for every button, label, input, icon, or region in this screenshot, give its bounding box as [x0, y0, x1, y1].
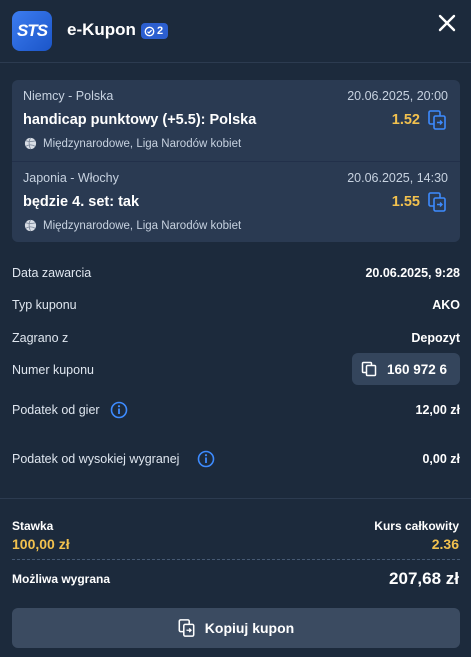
detail-high-tax-label: Podatek od wysokiej wygranej [12, 452, 180, 466]
copy-coupon-number-button[interactable]: 160 972 6 [352, 353, 460, 385]
bet-odds: 1.52 [391, 112, 420, 128]
bet-datetime: 20.06.2025, 14:30 [347, 171, 448, 185]
detail-source-value: Depozyt [411, 331, 460, 345]
bet-league: Międzynarodowe, Liga Narodów kobiet [24, 219, 241, 232]
bet-odds: 1.55 [391, 194, 420, 210]
bet-match: Japonia - Włochy [23, 171, 119, 185]
bet-count: 2 [157, 25, 164, 37]
copy-coupon-icon [178, 619, 195, 637]
swap-bet-icon[interactable] [428, 192, 446, 212]
close-icon [438, 14, 456, 32]
copy-icon [361, 361, 377, 377]
bet-league-name: Międzynarodowe, Liga Narodów kobiet [43, 219, 242, 232]
header-divider [0, 62, 471, 63]
stake-label: Stawka [12, 519, 54, 533]
detail-tax-value: 12,00 zł [415, 403, 460, 417]
detail-high-tax-value: 0,00 zł [422, 452, 460, 466]
detail-source-label: Zagrano z [12, 331, 69, 345]
bet-item[interactable]: Niemcy - Polska 20.06.2025, 20:00 handic… [12, 80, 460, 161]
info-icon[interactable] [197, 450, 215, 468]
logo-text: STS [16, 21, 48, 40]
bet-league-name: Międzynarodowe, Liga Narodów kobiet [43, 137, 242, 150]
possible-win-value: 207,68 zł [389, 569, 459, 588]
swap-bet-icon[interactable] [428, 110, 446, 130]
close-button[interactable] [434, 10, 460, 36]
total-odds-label: Kurs całkowity [374, 519, 459, 533]
bet-count-icon [144, 26, 155, 36]
bet-league: Międzynarodowe, Liga Narodów kobiet [24, 137, 241, 150]
detail-high-tax: Podatek od wysokiej wygranej 0,00 zł [12, 450, 460, 470]
detail-source: Zagrano z Depozyt [12, 329, 460, 349]
info-icon[interactable] [110, 401, 128, 419]
possible-win-label: Możliwa wygrana [12, 572, 111, 586]
total-odds-value: 2.36 [431, 536, 459, 552]
bet-datetime: 20.06.2025, 20:00 [347, 89, 448, 103]
sts-logo: STS [12, 11, 52, 51]
copy-coupon-button[interactable]: Kopiuj kupon [12, 608, 460, 648]
page-title: e-Kupon [67, 20, 136, 39]
detail-type-value: AKO [432, 298, 460, 312]
detail-tax: Podatek od gier 12,00 zł [12, 401, 460, 421]
detail-type-label: Typ kuponu [12, 298, 77, 312]
bet-pick: handicap punktowy (+5.5): Polska [23, 112, 257, 128]
bet-match: Niemcy - Polska [23, 89, 114, 103]
bet-list: Niemcy - Polska 20.06.2025, 20:00 handic… [12, 80, 460, 242]
volleyball-icon [24, 137, 37, 150]
detail-tax-label: Podatek od gier [12, 403, 100, 417]
ekupon-panel: STS e-Kupon 2 Niemcy - Polska 20.06.2025… [0, 0, 471, 657]
header: STS e-Kupon 2 [0, 0, 471, 62]
detail-date-label: Data zawarcia [12, 266, 92, 280]
detail-type: Typ kuponu AKO [12, 296, 460, 316]
detail-date-value: 20.06.2025, 9:28 [365, 266, 460, 280]
copy-coupon-label: Kopiuj kupon [204, 620, 295, 636]
detail-date: Data zawarcia 20.06.2025, 9:28 [12, 264, 460, 284]
dashed-divider [12, 559, 460, 560]
bet-item[interactable]: Japonia - Włochy 20.06.2025, 14:30 będzi… [12, 161, 460, 242]
detail-number-label: Numer kuponu [12, 363, 94, 377]
bet-count-badge: 2 [141, 23, 169, 39]
summary-divider [0, 498, 471, 499]
stake-value: 100,00 zł [12, 536, 70, 552]
volleyball-icon [24, 219, 37, 232]
bet-pick: będzie 4. set: tak [23, 194, 140, 210]
coupon-number: 160 972 6 [387, 361, 448, 377]
